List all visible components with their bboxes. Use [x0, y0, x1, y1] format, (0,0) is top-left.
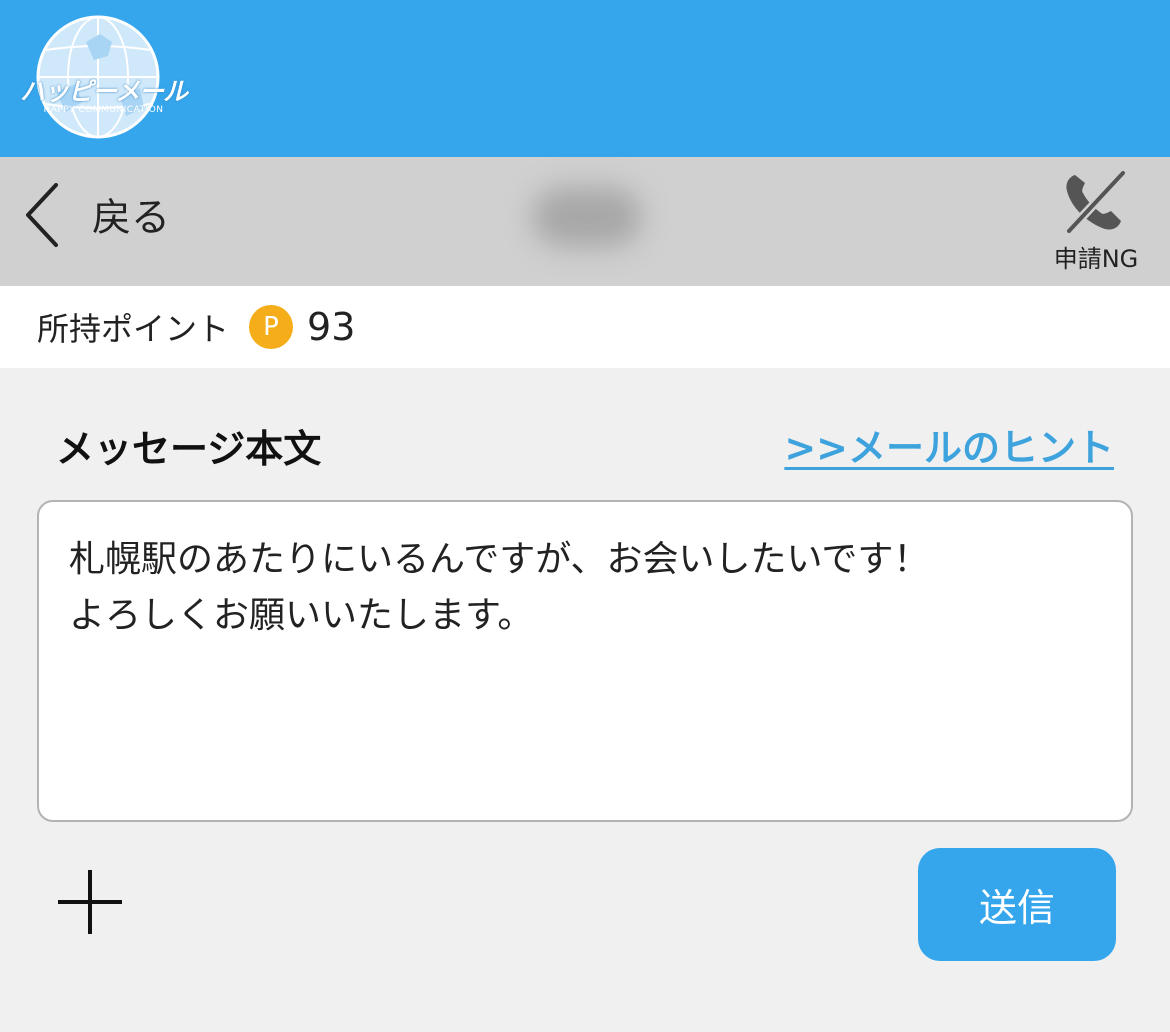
add-attachment-button[interactable] — [56, 868, 124, 936]
phone-disabled-icon — [1065, 169, 1127, 235]
points-label: 所持ポイント — [37, 310, 230, 348]
points-value: 93 — [307, 305, 356, 349]
message-body-title: メッセージ本文 — [56, 427, 322, 471]
back-button[interactable]: 戻る — [22, 179, 192, 251]
plus-icon — [58, 870, 122, 934]
back-label: 戻る — [92, 196, 171, 241]
logo-wordmark: ハッピーメール — [19, 77, 188, 106]
chevron-left-icon — [26, 183, 58, 247]
logo-tagline: HAPPY COMMUNICATION — [43, 105, 164, 115]
call-status-label: 申請NG — [1053, 245, 1139, 273]
mail-hint-link[interactable]: >>メールのヒント — [784, 417, 1114, 472]
send-button[interactable]: 送信 — [918, 848, 1116, 961]
point-coin-icon: P — [249, 305, 294, 349]
points-bar: 所持ポイント P 93 — [0, 286, 1170, 368]
call-request-status[interactable]: 申請NG — [1040, 169, 1152, 274]
message-textarea[interactable]: 札幌駅のあたりにいるんですが、お会いしたいです！ よろしくお願いいたします。 — [37, 500, 1133, 822]
partner-name-blurred — [532, 187, 642, 247]
happymail-logo: ハッピーメール HAPPY COMMUNICATION — [16, 12, 191, 142]
navigation-bar: 戻る 申請NG — [0, 157, 1170, 286]
app-header: ハッピーメール HAPPY COMMUNICATION — [0, 0, 1170, 157]
